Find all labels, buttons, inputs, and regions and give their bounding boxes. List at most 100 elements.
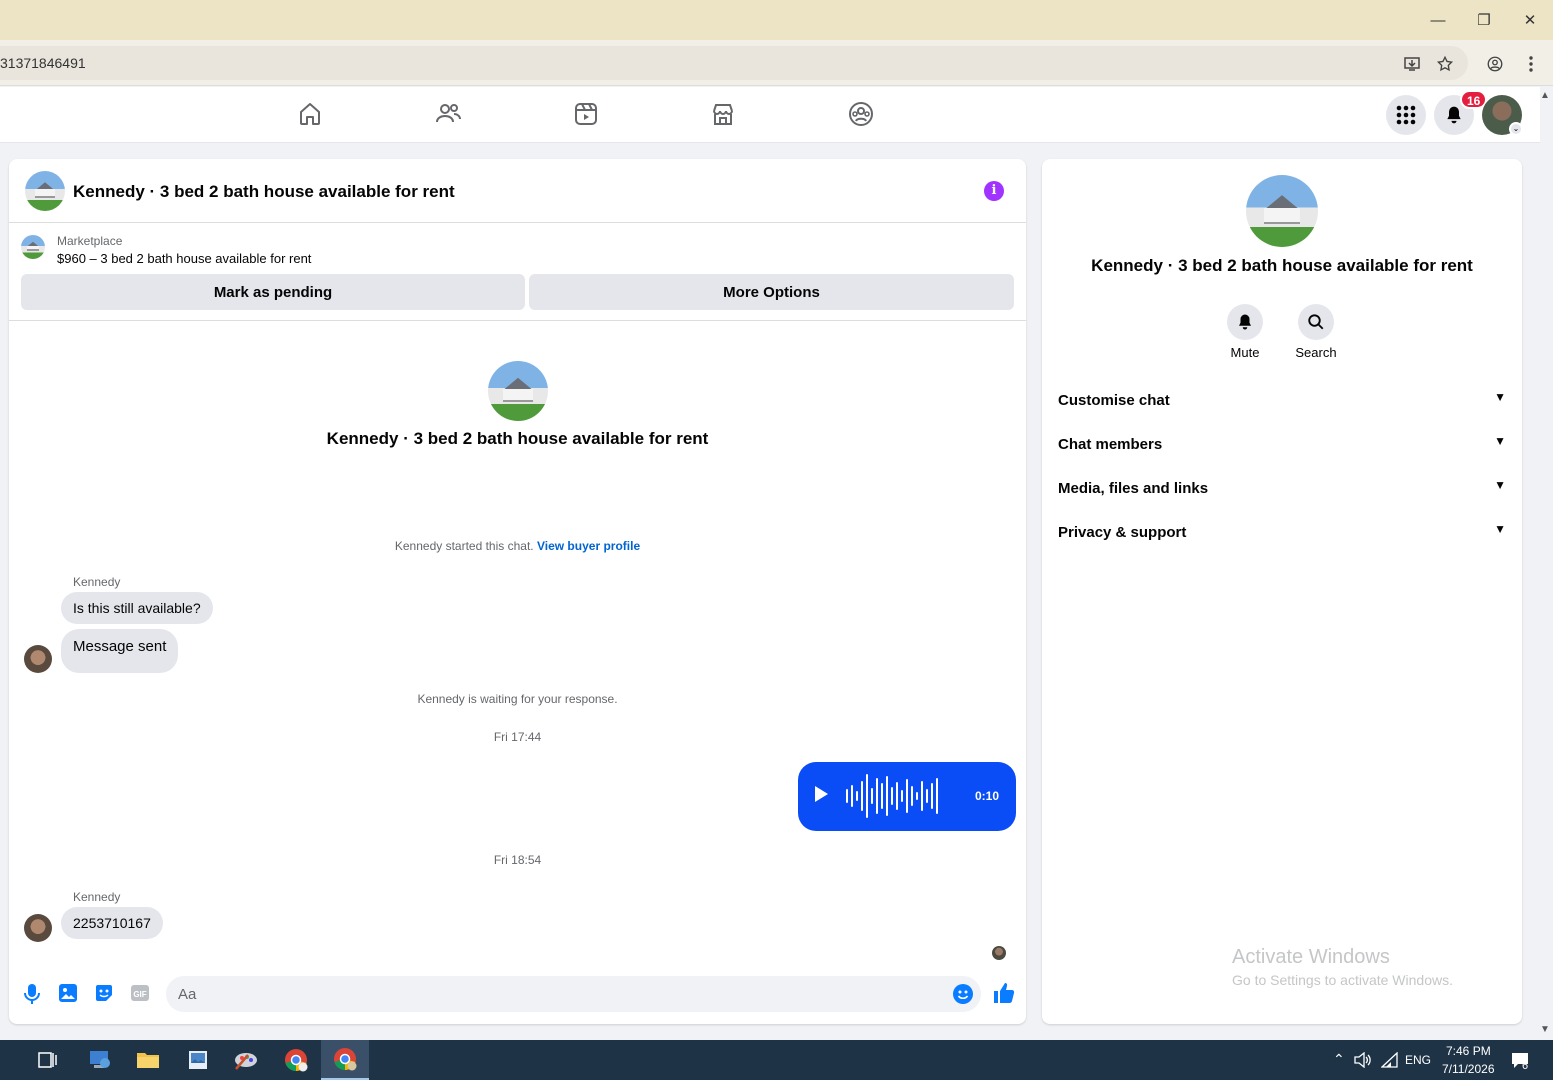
chat-info-panel: Kennedy · 3 bed 2 bath house available f… [1042,159,1522,1024]
info-name: Kennedy · 3 bed 2 bath house available f… [1091,256,1473,275]
message-placeholder: Aa [178,986,197,1003]
info-icon[interactable]: i [984,181,1004,201]
menu-grid-button[interactable] [1386,95,1426,135]
url-text[interactable]: 31371846491 [0,55,86,71]
bell-icon [1447,106,1461,124]
activate-windows-subtitle: Go to Settings to activate Windows. [1232,972,1453,988]
microphone-icon[interactable] [22,983,44,1005]
listing-thumbnail[interactable] [21,235,45,259]
volume-icon[interactable] [1354,1051,1372,1071]
sender-avatar[interactable] [24,914,52,942]
chat-header: Kennedy · 3 bed 2 bath house available f… [9,159,1026,223]
listing-category: Marketplace [57,234,123,248]
emoji-icon[interactable] [953,984,973,1004]
section-label: Chat members [1058,436,1163,453]
activate-windows-title: Activate Windows [1232,946,1390,968]
thumbs-up-icon[interactable] [992,981,1016,1005]
gif-icon[interactable]: GIF [130,983,152,1005]
restore-button[interactable]: ❐ [1470,6,1498,34]
info-avatar[interactable] [1246,175,1318,247]
photos-icon[interactable] [174,1040,222,1080]
top-navigation: 16 ⌄ [0,87,1540,143]
search-label: Search [1295,345,1337,360]
search-button[interactable] [1298,304,1334,340]
remote-desktop-icon[interactable] [76,1040,124,1080]
install-app-icon[interactable] [1400,52,1424,76]
message-bubble[interactable]: Is this still available? [61,592,213,624]
sender-avatar[interactable] [24,645,52,673]
scroll-down-arrow[interactable]: ▼ [1540,1024,1550,1035]
paint-app-icon[interactable] [222,1040,270,1080]
tray-chevron-up-icon[interactable]: ⌃ [1333,1051,1345,1068]
mute-label: Mute [1230,345,1260,360]
scroll-up-arrow[interactable]: ▲ [1540,90,1550,101]
more-options-button[interactable]: More Options [529,274,1014,310]
message-sender: Kennedy [73,575,121,589]
minimize-button[interactable]: — [1424,6,1452,34]
message-bubble[interactable]: Message sent [61,629,179,673]
waveform [846,774,938,818]
svg-text:GIF: GIF [133,990,146,999]
grid-icon [1396,105,1416,125]
address-bar: 31371846491 [0,40,1553,86]
url-field[interactable] [0,46,1468,80]
mute-button[interactable] [1227,304,1263,340]
friends-icon[interactable] [434,100,464,130]
chevron-down-icon: ▼ [1494,522,1506,536]
section-label: Customise chat [1058,392,1170,409]
clock-date[interactable]: 7/11/2026 [1442,1062,1495,1076]
profile-icon[interactable] [1483,52,1507,76]
watch-icon[interactable] [572,100,602,130]
language-indicator[interactable]: ENG [1405,1053,1431,1067]
marketplace-icon[interactable] [709,100,739,130]
section-label: Media, files and links [1058,480,1209,497]
timestamp: Fri 18:54 [493,853,542,867]
chevron-down-icon: ▼ [1494,434,1506,448]
chat-started-notice: Kennedy started this chat. View buyer pr… [9,539,1026,553]
chat-title[interactable]: Kennedy · 3 bed 2 bath house available f… [73,182,455,202]
chat-avatar[interactable] [25,171,65,211]
browser-titlebar: — ❐ ✕ [0,0,1553,40]
chat-panel: Kennedy · 3 bed 2 bath house available f… [9,159,1026,1024]
message-bubble[interactable]: 2253710167 [61,907,163,939]
waiting-notice: Kennedy is waiting for your response. [417,692,618,706]
mark-as-pending-button[interactable]: Mark as pending [21,274,525,310]
conversation-avatar [488,361,548,421]
conversation-name: Kennedy · 3 bed 2 bath house available f… [326,429,709,448]
listing-price[interactable]: $960 – 3 bed 2 bath house available for … [57,251,311,266]
chat-members-section[interactable]: Chat members ▼ [1058,428,1506,460]
home-icon[interactable] [296,100,326,130]
section-label: Privacy & support [1058,524,1187,541]
bookmark-star-icon[interactable] [1433,52,1457,76]
media-files-links-section[interactable]: Media, files and links ▼ [1058,472,1506,504]
message-sender: Kennedy [73,890,121,904]
listing-bar: Marketplace $960 – 3 bed 2 bath house av… [9,223,1026,321]
search-icon [1308,314,1324,330]
photo-icon[interactable] [58,983,80,1005]
bell-icon [1239,314,1251,330]
chevron-down-icon: ▼ [1494,478,1506,492]
groups-icon[interactable] [847,100,877,130]
taskbar: ⌃ ENG 7:46 PM 7/11/2026 6 [0,1040,1553,1080]
message-input[interactable]: Aa [166,976,981,1012]
file-explorer-icon[interactable] [124,1040,172,1080]
view-buyer-profile-link[interactable]: View buyer profile [537,539,640,553]
chrome-profile-icon[interactable] [272,1040,320,1080]
sticker-icon[interactable] [94,983,116,1005]
play-icon[interactable] [815,786,828,802]
network-icon[interactable] [1380,1051,1399,1071]
privacy-support-section[interactable]: Privacy & support ▼ [1058,516,1506,548]
notification-count: 6 [1522,1060,1529,1072]
chevron-down-icon: ▼ [1494,390,1506,404]
close-button[interactable]: ✕ [1516,6,1544,34]
clock-time[interactable]: 7:46 PM [1446,1044,1491,1058]
chrome-active-icon[interactable] [321,1040,369,1080]
voice-message[interactable]: 0:10 [798,762,1016,831]
chat-started-text: Kennedy started this chat. [394,539,534,553]
task-view-icon[interactable] [24,1040,72,1080]
voice-duration: 0:10 [975,789,1000,803]
chevron-down-icon[interactable]: ⌄ [1509,122,1523,136]
timestamp: Fri 17:44 [493,730,542,744]
customise-chat-section[interactable]: Customise chat ▼ [1058,384,1506,416]
browser-menu-icon[interactable] [1519,52,1543,76]
